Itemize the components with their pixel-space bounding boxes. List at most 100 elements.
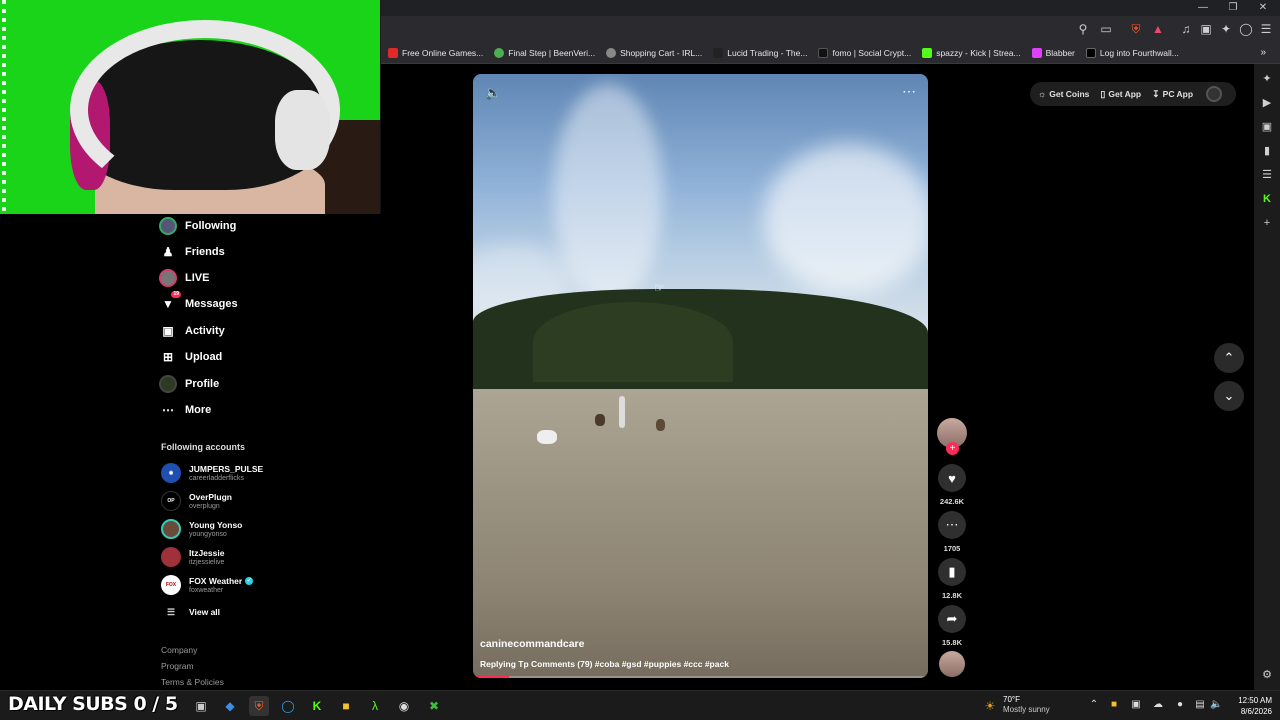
- leo-icon[interactable]: ✦: [1260, 72, 1274, 86]
- bookmark-item[interactable]: Lucid Trading - The...: [713, 47, 808, 58]
- save-button[interactable]: ▮ 12.8K: [934, 558, 970, 600]
- weather-widget[interactable]: 70°F Mostly sunny: [1003, 695, 1050, 715]
- brave-rewards-icon[interactable]: ▲: [1150, 21, 1166, 37]
- wallet-icon[interactable]: ▣: [1198, 21, 1214, 37]
- kick-icon[interactable]: K: [1260, 192, 1274, 206]
- following-account-item[interactable]: ItzJessie itzjessielive: [161, 545, 224, 569]
- user-avatar[interactable]: [1206, 86, 1223, 102]
- bookmark-item[interactable]: Final Step | BeenVeri...: [494, 47, 595, 58]
- comment-button[interactable]: ⋯ 1705: [934, 511, 970, 553]
- sidebar-item-upload[interactable]: ⊞ Upload: [159, 347, 222, 367]
- tray-cloud-icon[interactable]: ☁: [1152, 699, 1164, 711]
- restore-icon[interactable]: ❐: [1218, 0, 1248, 16]
- next-video-button[interactable]: ⌄: [1214, 381, 1244, 411]
- media-icon[interactable]: ▶: [1260, 96, 1274, 110]
- following-account-item[interactable]: OP OverPlugn overplugn: [161, 489, 232, 513]
- microphone-icon[interactable]: ●: [1174, 699, 1186, 711]
- tray-app-icon[interactable]: ▣: [1130, 699, 1142, 711]
- get-app-label: Get App: [1108, 89, 1142, 99]
- sidebar-item-more[interactable]: ⋯ More: [159, 400, 211, 420]
- creator-avatar-button[interactable]: +: [934, 418, 970, 455]
- tray-chevron-icon[interactable]: ⌃: [1088, 699, 1100, 711]
- close-icon[interactable]: ✕: [1248, 0, 1278, 16]
- bookmark-item[interactable]: Log into Fourthwall...: [1085, 47, 1179, 58]
- cast-icon[interactable]: ▭: [1098, 21, 1114, 37]
- settings-icon[interactable]: ⚙: [1260, 668, 1274, 682]
- previous-video-button[interactable]: ⌃: [1214, 343, 1244, 373]
- bookmark-item[interactable]: Shopping Cart - IRL...: [606, 47, 702, 58]
- system-clock[interactable]: 12:50 AM 8/6/2026: [1226, 695, 1272, 717]
- volume-icon[interactable]: 🔈: [1210, 699, 1222, 711]
- like-button[interactable]: ♥ 242.6K: [934, 464, 970, 506]
- get-app-button[interactable]: ▯ Get App: [1100, 89, 1141, 100]
- reading-list-icon[interactable]: ☰: [1260, 168, 1274, 182]
- obs-icon[interactable]: ◉: [394, 696, 414, 716]
- music-disc-icon: [939, 651, 965, 677]
- get-coins-label: Get Coins: [1049, 89, 1090, 99]
- volume-icon[interactable]: 🔈: [485, 85, 501, 101]
- video-progress-bar[interactable]: [473, 676, 928, 678]
- task-view-icon[interactable]: ▣: [191, 696, 211, 716]
- phone-icon: ▯: [1100, 88, 1106, 99]
- account-name: OverPlugn: [189, 491, 232, 502]
- video-player[interactable]: 🔈 ⋯ ☞ caninecommandcare Replying Tp Comm…: [473, 74, 928, 678]
- music-disc-button[interactable]: [934, 651, 970, 677]
- bookmark-item[interactable]: spazzy - Kick | Strea...: [922, 47, 1021, 58]
- xbox-icon[interactable]: ✖: [424, 696, 444, 716]
- following-account-item[interactable]: Young Yonso youngyonso: [161, 517, 242, 541]
- brave-shield-icon[interactable]: ⛨: [1128, 21, 1144, 37]
- tray-app-icon[interactable]: ■: [1108, 699, 1120, 711]
- bookmarks-icon[interactable]: ▮: [1260, 144, 1274, 158]
- account-handle: foxweather: [189, 586, 224, 594]
- footer-company-link[interactable]: Company: [161, 645, 197, 655]
- leo-ai-icon[interactable]: ✦: [1218, 21, 1234, 37]
- bookmark-item[interactable]: Free Online Games...: [388, 47, 483, 58]
- minimize-icon[interactable]: —: [1188, 0, 1218, 16]
- music-icon[interactable]: ♫: [1178, 21, 1194, 37]
- footer-terms-link[interactable]: Terms & Policies: [161, 677, 224, 687]
- browser-titlebar: — ❐ ✕: [380, 0, 1280, 16]
- weather-desc: Mostly sunny: [1003, 705, 1050, 714]
- weather-icon[interactable]: ☀: [980, 696, 1000, 716]
- search-icon[interactable]: ⚲: [1075, 21, 1091, 37]
- edge-icon[interactable]: ◯: [278, 696, 298, 716]
- video-progress-fill: [473, 676, 510, 678]
- add-panel-icon[interactable]: +: [1260, 216, 1274, 230]
- sidebar-nav: Following ♟ Friends LIVE ▼ 19 Messages ▣ …: [147, 214, 380, 690]
- kick-app-icon[interactable]: K: [307, 696, 327, 716]
- left-margin: [0, 214, 147, 690]
- bookmark-favicon: [818, 47, 829, 58]
- file-explorer-icon[interactable]: ■: [336, 696, 356, 716]
- terminal-icon[interactable]: λ: [365, 696, 385, 716]
- messages-icon: ▼ 19: [162, 291, 181, 311]
- follow-plus-icon[interactable]: +: [946, 442, 959, 455]
- menu-icon[interactable]: ☰: [1258, 21, 1274, 37]
- video-username[interactable]: caninecommandcare: [480, 638, 584, 650]
- sidebar-item-label: Following: [185, 220, 237, 232]
- pc-app-button[interactable]: ↧ PC App: [1152, 89, 1193, 100]
- sidebar-item-following[interactable]: Following: [159, 216, 236, 236]
- view-all-link[interactable]: ☰ View all: [161, 600, 220, 624]
- following-account-item[interactable]: ◉ JUMPERS_PULSE careerladderflicks: [161, 461, 263, 485]
- footer-program-link[interactable]: Program: [161, 661, 194, 671]
- more-options-icon[interactable]: ⋯: [902, 83, 916, 100]
- network-icon[interactable]: ▤: [1194, 699, 1206, 711]
- bookmark-item[interactable]: fomo | Social Crypt...: [818, 47, 911, 58]
- sidebar-item-profile[interactable]: Profile: [159, 374, 219, 394]
- browser-sidebar: ✦ ▶ ▣ ▮ ☰ K + ⚙: [1254, 64, 1280, 690]
- app-icon[interactable]: ◆: [220, 696, 240, 716]
- bookmark-label: Lucid Trading - The...: [727, 47, 808, 58]
- vpn-icon[interactable]: ◯: [1238, 21, 1254, 37]
- get-coins-button[interactable]: ☼ Get Coins: [1038, 89, 1089, 99]
- wallet-icon[interactable]: ▣: [1260, 120, 1274, 134]
- following-account-item[interactable]: FOX FOX Weather ✓ foxweather: [161, 573, 254, 597]
- sidebar-item-live[interactable]: LIVE: [159, 268, 209, 288]
- live-avatar-icon: [159, 269, 177, 287]
- brave-icon[interactable]: ⛨: [249, 696, 269, 716]
- share-button[interactable]: ➦ 15.8K: [934, 605, 970, 647]
- sidebar-item-messages[interactable]: ▼ 19 Messages: [159, 291, 238, 314]
- sidebar-item-friends[interactable]: ♟ Friends: [159, 242, 225, 262]
- bookmark-item[interactable]: Blabber: [1031, 47, 1075, 58]
- sidebar-item-activity[interactable]: ▣ Activity: [159, 321, 224, 341]
- more-bookmarks-icon[interactable]: »: [1260, 47, 1266, 58]
